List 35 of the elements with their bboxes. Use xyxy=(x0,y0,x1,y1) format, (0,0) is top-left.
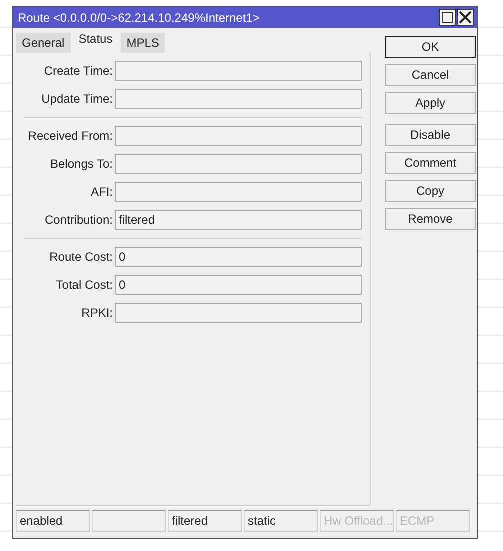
dialog-button[interactable]: Apply xyxy=(385,92,476,114)
dialog-button[interactable]: Remove xyxy=(385,208,476,230)
dialog-button[interactable]: Cancel xyxy=(385,64,476,86)
field-label: Update Time: xyxy=(40,92,113,106)
dialog-button[interactable]: Disable xyxy=(385,124,476,146)
field-label: Route Cost: xyxy=(48,250,113,264)
field-label: Total Cost: xyxy=(55,278,113,292)
field-label: Create Time: xyxy=(43,64,113,78)
input-field[interactable] xyxy=(115,182,362,202)
field-label: AFI: xyxy=(90,185,113,199)
field-label: Received From: xyxy=(27,129,113,143)
input-field[interactable] xyxy=(115,61,362,81)
status-cell: Hw Offload... xyxy=(320,510,394,532)
status-cell: ECMP xyxy=(396,510,470,532)
dialog-button[interactable]: Comment xyxy=(385,152,476,174)
status-cell: filtered xyxy=(168,510,242,532)
input-field[interactable] xyxy=(115,126,362,146)
dialog-button[interactable]: OK xyxy=(385,36,476,58)
field-label: RPKI: xyxy=(80,306,113,320)
maximize-icon[interactable] xyxy=(439,9,456,26)
field-label: Belongs To: xyxy=(50,157,113,171)
input-field[interactable]: filtered xyxy=(115,210,362,230)
dialog-button[interactable]: Copy xyxy=(385,180,476,202)
window-title: Route <0.0.0.0/0->62.214.10.249%Internet1> xyxy=(18,10,260,24)
field-label: Contribution: xyxy=(44,213,113,227)
status-cell: enabled xyxy=(16,510,90,532)
input-field[interactable] xyxy=(115,154,362,174)
close-icon[interactable] xyxy=(457,9,474,26)
tab[interactable]: MPLS xyxy=(120,33,166,53)
input-field[interactable]: 0 xyxy=(115,247,362,267)
tab[interactable]: General xyxy=(16,33,71,53)
status-cell: static xyxy=(244,510,318,532)
input-field[interactable]: 0 xyxy=(115,275,362,295)
input-field[interactable] xyxy=(115,303,362,323)
input-field[interactable] xyxy=(115,89,362,109)
